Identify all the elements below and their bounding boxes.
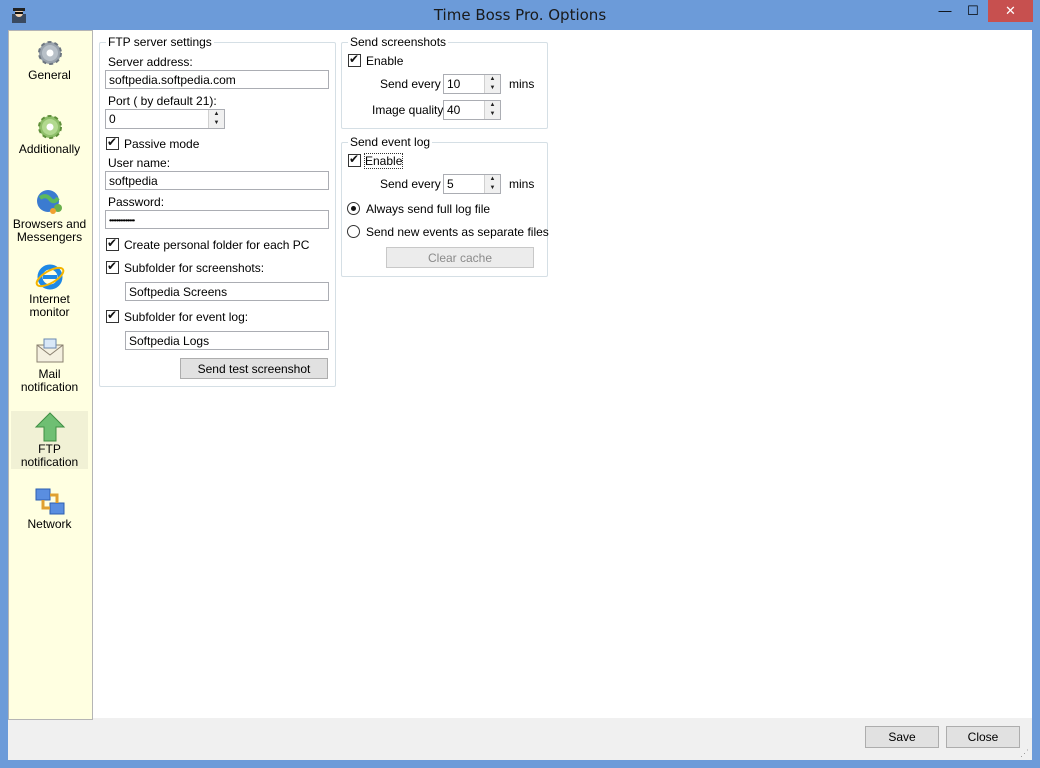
- screenshots-mins-label: mins: [509, 77, 535, 91]
- sidebar-item-network[interactable]: Network: [11, 486, 88, 531]
- eventlog-enable-checkbox[interactable]: [348, 152, 361, 167]
- maximize-button[interactable]: ☐: [958, 0, 988, 22]
- spin-buttons: ▲ ▼: [208, 110, 224, 128]
- subfolder-log-label: Subfolder for event log:: [124, 310, 249, 324]
- clear-cache-button[interactable]: Clear cache: [386, 247, 534, 268]
- spin-buttons: ▲ ▼: [484, 101, 500, 119]
- screenshots-interval-stepper[interactable]: 10 ▲ ▼: [443, 74, 501, 94]
- sidebar-item-ftp-notification[interactable]: FTP notification: [11, 411, 88, 469]
- save-button[interactable]: Save: [865, 726, 939, 748]
- spin-down-icon[interactable]: ▼: [485, 84, 500, 93]
- server-address-input[interactable]: softpedia.softpedia.com: [105, 70, 329, 89]
- password-label: Password:: [108, 195, 165, 209]
- screenshots-enable-checkbox[interactable]: [348, 52, 361, 67]
- sidebar-item-internet-monitor[interactable]: Internet monitor: [11, 261, 88, 319]
- spin-buttons: ▲ ▼: [484, 175, 500, 193]
- send-test-screenshot-button[interactable]: Send test screenshot: [180, 358, 328, 379]
- gear-icon: [37, 115, 62, 139]
- sidebar-item-additionally[interactable]: Additionally: [11, 111, 88, 156]
- user-name-input[interactable]: softpedia: [105, 171, 329, 190]
- network-icon: [35, 488, 64, 515]
- sidebar-item-mail-notification[interactable]: Mail notification: [11, 336, 88, 394]
- subfolder-screenshots-label: Subfolder for screenshots:: [124, 261, 265, 275]
- sidebar-item-label: Browsers and Messengers: [12, 217, 87, 244]
- title-bar: Time Boss Pro. Options — ☐ ✕: [0, 0, 1040, 30]
- subfolder-log-input[interactable]: Softpedia Logs: [125, 331, 329, 350]
- passive-mode-label: Passive mode: [124, 137, 200, 151]
- sidebar-item-label: Network: [27, 517, 72, 531]
- sidebar-item-label: Additionally: [18, 142, 81, 156]
- image-quality-value: 40: [447, 103, 461, 117]
- eventlog-interval-stepper[interactable]: 5 ▲ ▼: [443, 174, 501, 194]
- globe-users-icon: [36, 190, 62, 214]
- window-title: Time Boss Pro. Options: [433, 6, 607, 24]
- group-title: Send event log: [348, 135, 433, 149]
- separate-files-label: Send new events as separate files: [366, 225, 549, 239]
- window-client: General Additionally Browsers and Messen…: [8, 30, 1032, 760]
- eventlog-enable-label: Enable: [363, 153, 404, 169]
- image-quality-stepper[interactable]: 40 ▲ ▼: [443, 100, 501, 120]
- options-content: FTP server settings Server address: soft…: [93, 30, 1032, 718]
- upload-arrow-icon: [34, 412, 65, 442]
- spin-buttons: ▲ ▼: [484, 75, 500, 93]
- screenshots-enable-label: Enable: [366, 54, 404, 68]
- sidebar-item-label: General: [28, 68, 71, 82]
- always-full-log-label: Always send full log file: [366, 202, 491, 216]
- eventlog-mins-label: mins: [509, 177, 535, 191]
- sidebar-item-label: FTP notification: [20, 442, 79, 469]
- spin-down-icon[interactable]: ▼: [209, 119, 224, 128]
- port-stepper[interactable]: 0 ▲ ▼: [105, 109, 225, 129]
- subfolder-screenshots-checkbox[interactable]: [106, 259, 119, 274]
- sidebar-item-label: Internet monitor: [29, 292, 70, 319]
- sidebar: General Additionally Browsers and Messen…: [8, 30, 93, 720]
- port-label: Port ( by default 21):: [108, 94, 217, 108]
- personal-folder-label: Create personal folder for each PC: [124, 238, 310, 252]
- server-address-label: Server address:: [108, 55, 193, 69]
- screenshots-interval-value: 10: [447, 77, 461, 91]
- user-name-label: User name:: [108, 156, 171, 170]
- sidebar-item-general[interactable]: General: [11, 37, 88, 82]
- port-value: 0: [109, 112, 116, 126]
- subfolder-log-checkbox[interactable]: [106, 308, 119, 323]
- resize-grip-icon[interactable]: ⋰: [1020, 748, 1030, 758]
- group-title: Send screenshots: [348, 35, 449, 49]
- password-input[interactable]: ••••••••••••••: [105, 210, 329, 229]
- always-full-log-radio[interactable]: [347, 202, 360, 215]
- gear-icon: [37, 41, 62, 65]
- eventlog-interval-value: 5: [447, 177, 454, 191]
- subfolder-screenshots-input[interactable]: Softpedia Screens: [125, 282, 329, 301]
- image-quality-label: Image quality: [372, 103, 444, 117]
- minimize-button[interactable]: —: [930, 0, 960, 22]
- internet-explorer-icon: [35, 264, 64, 290]
- group-title: FTP server settings: [106, 35, 214, 49]
- passive-mode-checkbox[interactable]: [106, 135, 119, 150]
- close-button[interactable]: Close: [946, 726, 1020, 748]
- spin-down-icon[interactable]: ▼: [485, 184, 500, 193]
- eventlog-send-every-label: Send every: [380, 177, 441, 191]
- sidebar-item-label: Mail notification: [20, 367, 79, 394]
- spin-down-icon[interactable]: ▼: [485, 110, 500, 119]
- separate-files-radio[interactable]: [347, 225, 360, 238]
- screenshots-send-every-label: Send every: [380, 77, 441, 91]
- mail-icon: [36, 338, 63, 363]
- sidebar-item-browsers[interactable]: Browsers and Messengers: [11, 186, 88, 244]
- personal-folder-checkbox[interactable]: [106, 236, 119, 251]
- close-window-button[interactable]: ✕: [988, 0, 1033, 22]
